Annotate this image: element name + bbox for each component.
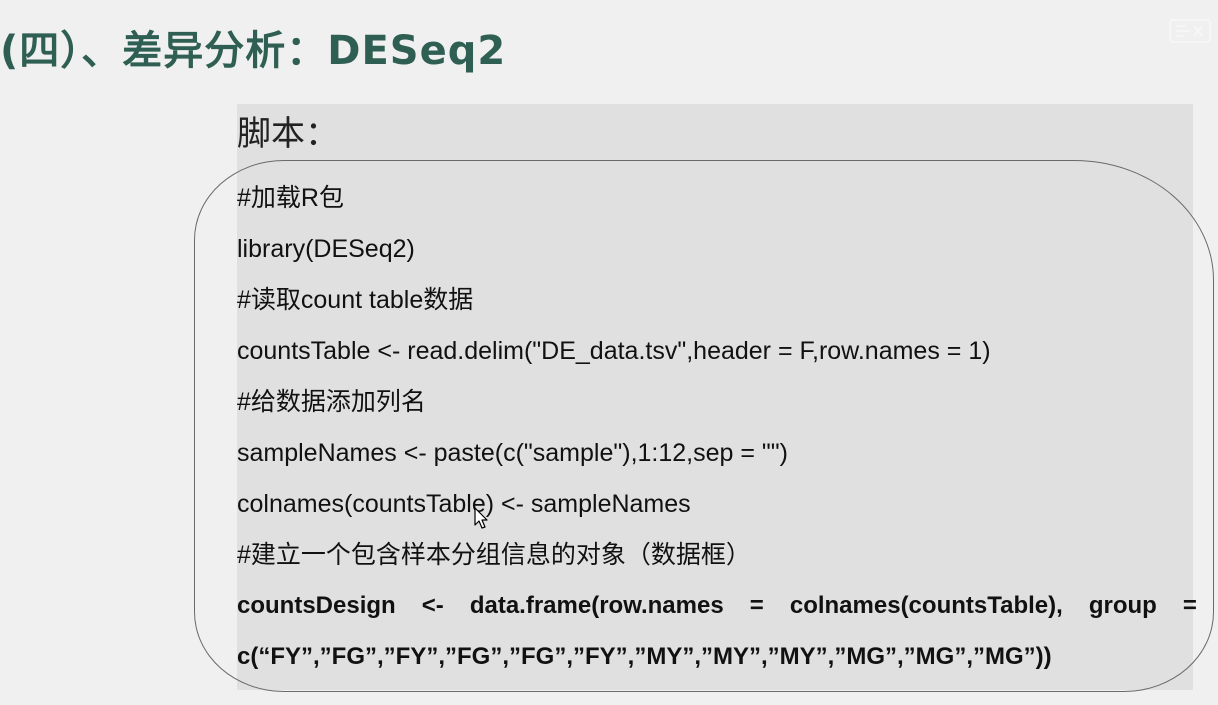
slide-title: (四）、差异分析：DESeq2 bbox=[0, 28, 507, 74]
code-comment-design-object: #建立一个包含样本分组信息的对象（数据框） bbox=[237, 541, 751, 569]
code-counts-design: countsDesign <- data.frame(row.names = c… bbox=[237, 584, 1197, 635]
code-token: = bbox=[1182, 592, 1197, 619]
mouse-cursor-icon bbox=[474, 507, 488, 529]
code-group-vector: c(“FY”,”FG”,”FY”,”FG”,”FG”,”FY”,”MY”,”MY… bbox=[237, 643, 1052, 670]
code-sample-names: sampleNames <- paste(c("sample"),1:12,se… bbox=[237, 439, 788, 467]
code-colnames-assign: colnames(countsTable) <- sampleNames bbox=[237, 490, 691, 518]
code-comment-read-table: #读取count table数据 bbox=[237, 286, 474, 314]
code-read-delim: countsTable <- read.delim("DE_data.tsv",… bbox=[237, 337, 991, 365]
code-token: countsDesign bbox=[237, 592, 396, 619]
code-token: colnames(countsTable), bbox=[789, 592, 1063, 619]
code-comment-add-colnames: #给数据添加列名 bbox=[237, 388, 426, 416]
code-library-call: library(DESeq2) bbox=[237, 235, 415, 263]
code-token: = bbox=[749, 592, 764, 619]
code-block: #加载R包 library(DESeq2) #读取count table数据 c… bbox=[237, 176, 1197, 686]
code-token: data.frame(row.names bbox=[469, 592, 724, 619]
code-token: <- bbox=[421, 592, 444, 619]
code-comment-load-package: #加载R包 bbox=[237, 184, 344, 212]
script-label: 脚本： bbox=[237, 114, 339, 154]
code-token: group bbox=[1088, 592, 1157, 619]
watermark-logo-icon bbox=[1169, 19, 1211, 43]
